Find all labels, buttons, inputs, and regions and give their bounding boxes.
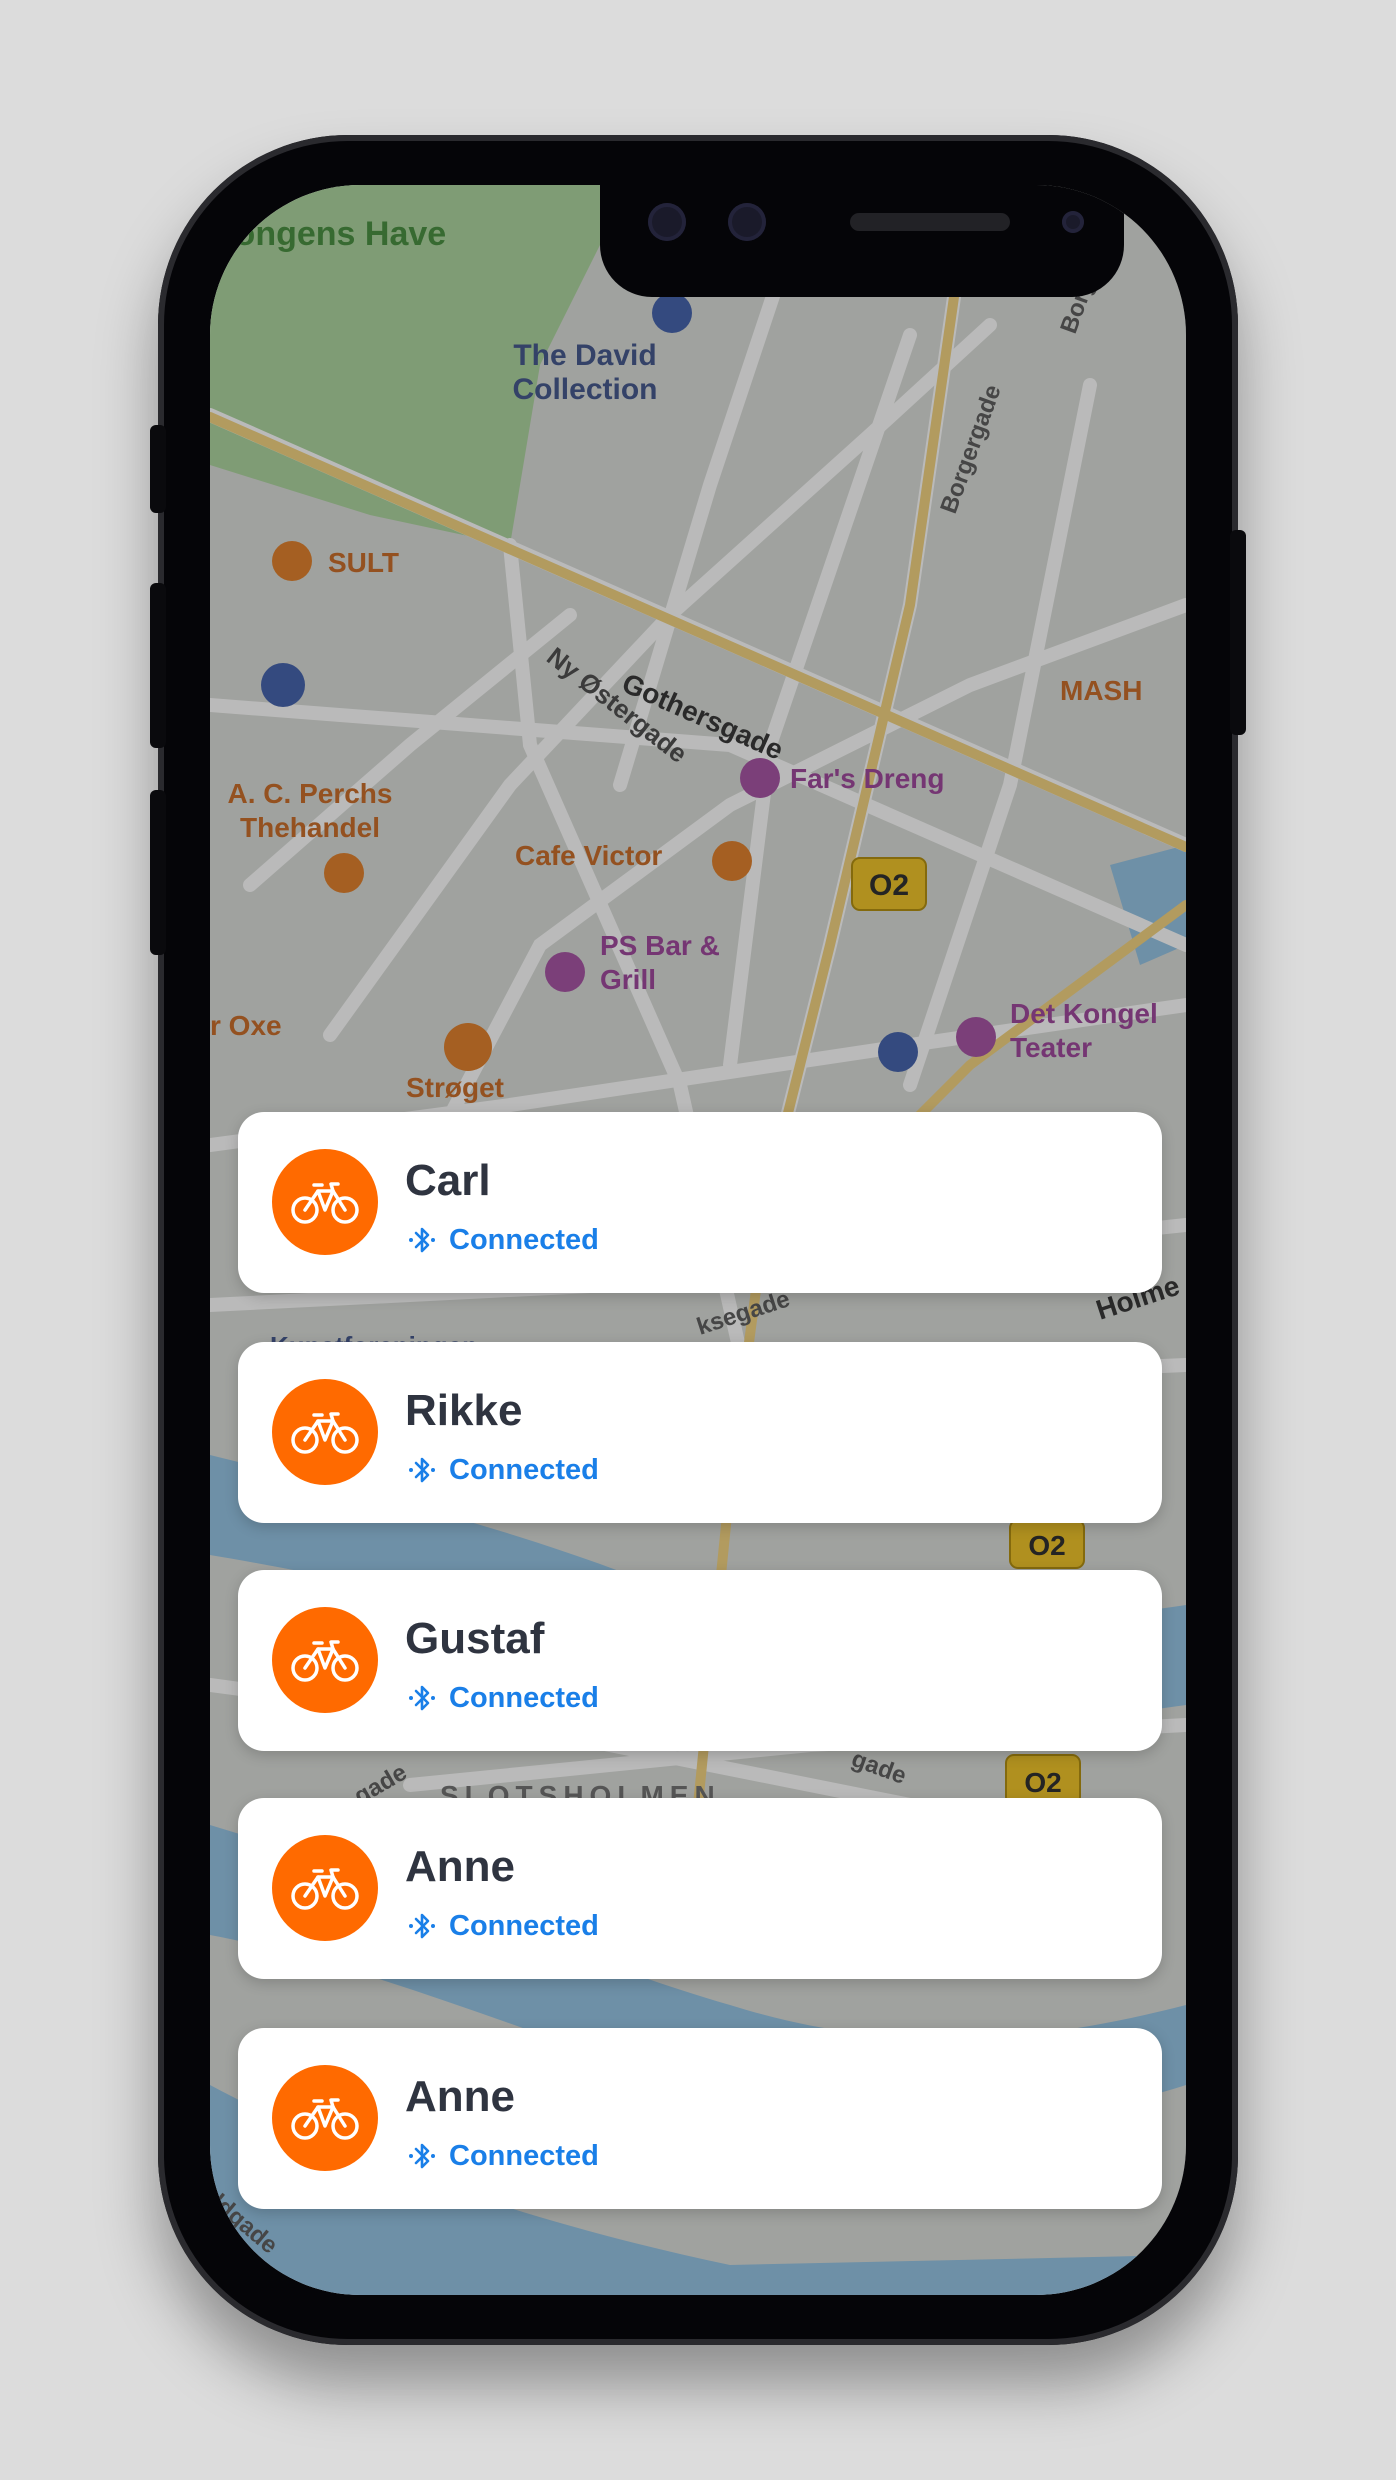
status-text: Connected	[449, 1909, 599, 1942]
rider-name: Gustaf	[405, 1614, 545, 1663]
rider-name: Rikke	[405, 1386, 523, 1435]
rider-avatar	[272, 1607, 378, 1713]
earpiece-speaker	[850, 213, 1010, 231]
rider-avatar	[272, 1149, 378, 1255]
rider-avatar	[272, 1835, 378, 1941]
rider-card[interactable]: Carl Connected	[238, 1112, 1162, 1293]
bluetooth-icon	[409, 1913, 435, 1939]
bluetooth-icon	[409, 2143, 435, 2169]
status-text: Connected	[449, 1681, 599, 1714]
rider-name: Carl	[405, 1156, 491, 1205]
rider-card[interactable]: Anne Connected	[238, 2028, 1162, 2209]
front-camera-icon	[648, 203, 686, 241]
rider-avatar	[272, 2065, 378, 2171]
face-id-sensor-icon	[728, 203, 766, 241]
connection-status: Connected	[405, 1222, 599, 1258]
connection-status: Connected	[405, 1908, 599, 1944]
power-button	[1230, 530, 1246, 735]
bluetooth-icon	[409, 1457, 435, 1483]
bicycle-icon	[291, 1412, 359, 1454]
notch	[600, 185, 1124, 297]
rider-name: Anne	[405, 1842, 515, 1891]
bicycle-icon	[291, 1868, 359, 1910]
rider-card[interactable]: Rikke Connected	[238, 1342, 1162, 1523]
volume-down-button	[150, 790, 166, 955]
bicycle-icon	[291, 1182, 359, 1224]
bicycle-icon	[291, 1640, 359, 1682]
bluetooth-icon	[409, 1685, 435, 1711]
connection-status: Connected	[405, 1452, 599, 1488]
volume-up-button	[150, 583, 166, 748]
connection-status: Connected	[405, 2138, 599, 2174]
bluetooth-icon	[409, 1227, 435, 1253]
rider-name: Anne	[405, 2072, 515, 2121]
proximity-sensor-icon	[1062, 211, 1084, 233]
status-text: Connected	[449, 1453, 599, 1486]
rider-avatar	[272, 1379, 378, 1485]
mute-switch	[150, 425, 166, 513]
status-text: Connected	[449, 2139, 599, 2172]
bicycle-icon	[291, 2098, 359, 2140]
rider-card[interactable]: Gustaf Connected	[238, 1570, 1162, 1751]
rider-card[interactable]: Anne Connected	[238, 1798, 1162, 1979]
status-text: Connected	[449, 1223, 599, 1256]
connection-status: Connected	[405, 1680, 599, 1716]
